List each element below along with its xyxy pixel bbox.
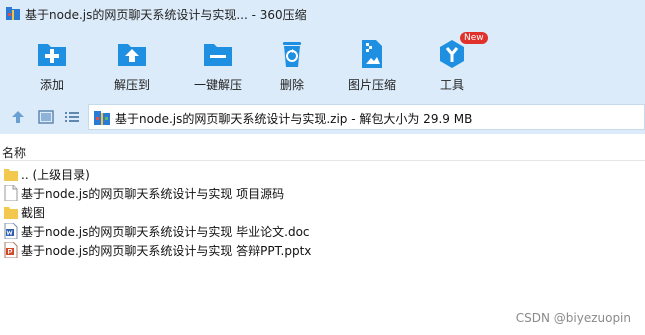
image-compress-icon xyxy=(362,40,382,68)
column-header: 名称 xyxy=(0,143,645,161)
extract-to-label: 解压到 xyxy=(113,78,150,92)
one-click-extract-label: 一键解压 xyxy=(193,78,242,92)
file-name: 基于node.js的网页聊天系统设计与实现 项目源码 xyxy=(21,187,285,201)
powerpoint-icon xyxy=(4,242,18,258)
address-bar[interactable]: 基于node.js的网页聊天系统设计与实现.zip - 解包大小为 29.9 M… xyxy=(88,104,645,130)
list-item[interactable]: 基于node.js的网页聊天系统设计与实现 项目源码 xyxy=(0,183,645,201)
file-name: .. (上级目录) xyxy=(21,168,90,182)
extract-to-button[interactable]: 解压到 xyxy=(94,34,170,96)
file-name: 基于node.js的网页聊天系统设计与实现 毕业论文.doc xyxy=(21,225,310,239)
up-arrow-icon[interactable] xyxy=(10,109,26,125)
extract-to-icon xyxy=(118,44,146,66)
zip-archive-icon xyxy=(94,111,110,125)
add-button[interactable]: 添加 xyxy=(14,34,90,96)
one-click-extract-button[interactable]: 一键解压 xyxy=(180,34,256,96)
add-archive-icon xyxy=(38,44,66,66)
main-toolbar: 添加 解压到 一键解压 删除 图片压缩 New 工具 xyxy=(0,28,645,100)
new-badge: New xyxy=(460,32,488,44)
file-icon xyxy=(4,185,18,201)
list-item[interactable]: 截图 xyxy=(0,202,645,220)
delete-button[interactable]: 删除 xyxy=(254,34,330,96)
one-click-extract-icon xyxy=(204,44,232,66)
thumbnail-view-icon[interactable] xyxy=(38,109,54,125)
file-name: 基于node.js的网页聊天系统设计与实现 答辩PPT.pptx xyxy=(21,244,312,258)
archive-path: 基于node.js的网页聊天系统设计与实现.zip - 解包大小为 29.9 M… xyxy=(115,112,473,126)
delete-label: 删除 xyxy=(279,78,304,92)
list-item[interactable]: 基于node.js的网页聊天系统设计与实现 毕业论文.doc xyxy=(0,221,645,239)
file-name: 截图 xyxy=(21,206,46,220)
list-view-icon[interactable] xyxy=(64,109,80,125)
folder-icon xyxy=(4,207,18,219)
word-document-icon xyxy=(4,223,18,239)
folder-icon xyxy=(4,169,18,181)
list-item[interactable]: 基于node.js的网页聊天系统设计与实现 答辩PPT.pptx xyxy=(0,240,645,258)
app-archive-icon xyxy=(6,7,20,20)
tools-button[interactable]: New 工具 xyxy=(414,32,490,96)
title-bar: 基于node.js的网页聊天系统设计与实现... - 360压缩 xyxy=(0,0,645,28)
image-compress-label: 图片压缩 xyxy=(347,78,396,92)
recycle-delete-icon xyxy=(283,42,301,67)
image-compress-button[interactable]: 图片压缩 xyxy=(334,34,410,96)
list-item[interactable]: .. (上级目录) xyxy=(0,164,645,182)
watermark: CSDN @biyezuopin xyxy=(515,311,631,325)
add-label: 添加 xyxy=(39,78,64,92)
name-column-header[interactable]: 名称 xyxy=(2,144,26,161)
tools-label: 工具 xyxy=(439,78,464,92)
window-title: 基于node.js的网页聊天系统设计与实现... - 360压缩 xyxy=(25,8,307,22)
